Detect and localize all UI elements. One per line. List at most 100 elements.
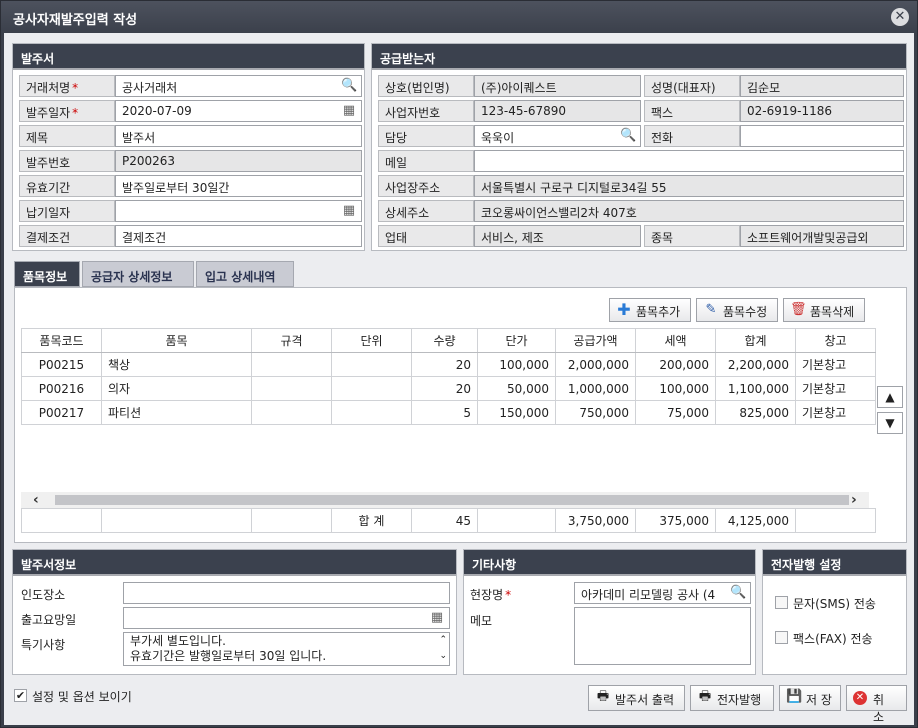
total-tax: 375,000 <box>635 508 716 533</box>
table-row[interactable]: P00216 의자 20 50,000 1,000,000 100,000 1,… <box>21 376 876 401</box>
col-header[interactable]: 단가 <box>477 328 556 353</box>
col-header[interactable]: 합계 <box>715 328 796 353</box>
fax-send-label[interactable]: 팩스(FAX) 전송 <box>793 630 873 647</box>
cell[interactable]: 750,000 <box>555 400 636 425</box>
supplier-header: 공급받는자 <box>372 44 906 70</box>
col-header[interactable]: 품목코드 <box>21 328 102 353</box>
validity-field[interactable]: 발주일로부터 30일간 <box>115 175 362 197</box>
scroll-left-icon[interactable]: ‹ <box>33 492 39 508</box>
cell[interactable] <box>331 400 412 425</box>
ship-date-field[interactable]: ▦ <box>123 607 450 629</box>
cell[interactable]: 200,000 <box>635 352 716 377</box>
save-button[interactable]: 💾 저 장 <box>779 685 841 711</box>
cell[interactable]: 의자 <box>101 376 252 401</box>
col-header[interactable]: 창고 <box>795 328 876 353</box>
col-header[interactable]: 단위 <box>331 328 412 353</box>
cell[interactable]: P00217 <box>21 400 102 425</box>
cell[interactable]: 1,000,000 <box>555 376 636 401</box>
memo-textarea[interactable] <box>574 607 751 665</box>
cell[interactable] <box>331 352 412 377</box>
cell[interactable]: 2,000,000 <box>555 352 636 377</box>
order-date-field[interactable]: 2020-07-09 ▦ <box>115 100 362 122</box>
move-up-icon[interactable]: ▲ <box>877 386 903 408</box>
notes-textarea[interactable]: 부가세 별도입니다. 유효기간은 발행일로부터 30일 입니다. ⌃ ⌄ <box>123 632 450 666</box>
move-down-icon[interactable]: ▼ <box>877 412 903 434</box>
cell[interactable]: 기본창고 <box>795 352 876 377</box>
search-icon[interactable]: 🔍 <box>341 78 357 94</box>
sms-label[interactable]: 문자(SMS) 전송 <box>793 595 876 612</box>
show-options-label[interactable]: 설정 및 옵션 보이기 <box>32 688 132 705</box>
subject-field[interactable]: 발주서 <box>115 125 362 147</box>
vendor-field[interactable]: 공사거래처 🔍 <box>115 75 362 97</box>
scroll-right-icon[interactable]: › <box>851 492 857 508</box>
cell[interactable]: 825,000 <box>715 400 796 425</box>
etc-panel: 기타사항 현장명 * 아카데미 리모델링 공사 (4 🔍 메모 <box>463 549 756 675</box>
cell[interactable]: 2,200,000 <box>715 352 796 377</box>
order-no-label: 발주번호 <box>19 150 115 172</box>
scroll-up-icon[interactable]: ⌃ <box>439 633 447 648</box>
cell[interactable] <box>331 376 412 401</box>
due-date-field[interactable]: ▦ <box>115 200 362 222</box>
manager-field[interactable]: 욱욱이 🔍 <box>474 125 641 147</box>
delivery-field[interactable] <box>123 582 450 604</box>
site-field[interactable]: 아카데미 리모델링 공사 (4 🔍 <box>574 582 751 604</box>
horizontal-scrollbar[interactable]: ‹ › <box>21 492 869 508</box>
calendar-icon[interactable]: ▦ <box>341 203 357 219</box>
table-row[interactable]: P00217 파티션 5 150,000 750,000 75,000 825,… <box>21 400 876 425</box>
cell[interactable]: 5 <box>411 400 478 425</box>
cell[interactable] <box>251 400 332 425</box>
cell[interactable]: 1,100,000 <box>715 376 796 401</box>
cell[interactable]: 100,000 <box>635 376 716 401</box>
tab-items[interactable]: 품목정보 <box>14 261 80 287</box>
cell[interactable]: 기본창고 <box>795 400 876 425</box>
cell[interactable]: 100,000 <box>477 352 556 377</box>
cell[interactable]: 20 <box>411 352 478 377</box>
fax-checkbox[interactable] <box>775 631 788 644</box>
e-issue-button[interactable]: 🖶 전자발행 <box>690 685 774 711</box>
cell[interactable]: 150,000 <box>477 400 556 425</box>
close-icon[interactable]: ✕ <box>891 8 909 26</box>
cell[interactable]: 20 <box>411 376 478 401</box>
tab-receiving-detail[interactable]: 입고 상세내역 <box>196 261 294 287</box>
add-item-button[interactable]: ✚ 품목추가 <box>609 298 691 322</box>
cell[interactable]: 75,000 <box>635 400 716 425</box>
delete-item-button[interactable]: 🗑 품목삭제 <box>783 298 865 322</box>
etc-header: 기타사항 <box>464 550 755 576</box>
sms-checkbox[interactable] <box>775 596 788 609</box>
company-field: (주)아이퀘스트 <box>474 75 641 97</box>
table-row[interactable]: P00215 책상 20 100,000 2,000,000 200,000 2… <box>21 352 876 377</box>
search-icon[interactable]: 🔍 <box>730 585 746 601</box>
cell[interactable] <box>251 352 332 377</box>
electronic-panel: 전자발행 설정 문자(SMS) 전송 팩스(FAX) 전송 <box>762 549 907 675</box>
calendar-icon[interactable]: ▦ <box>429 610 445 626</box>
search-icon[interactable]: 🔍 <box>620 128 636 144</box>
items-grid-panel: ✚ 품목추가 ✎ 품목수정 🗑 품목삭제 품목코드 품목 규격 단위 수량 단가 공급… <box>14 287 907 543</box>
col-header[interactable]: 규격 <box>251 328 332 353</box>
cell[interactable]: 50,000 <box>477 376 556 401</box>
email-field[interactable] <box>474 150 904 172</box>
cell[interactable]: 기본창고 <box>795 376 876 401</box>
dialog-body: 발주서 거래처명 * 공사거래처 🔍 발주일자 * 2020-07-09 ▦ 제목 발주… <box>4 33 914 725</box>
col-header[interactable]: 공급가액 <box>555 328 636 353</box>
calendar-icon[interactable]: ▦ <box>341 103 357 119</box>
scroll-thumb[interactable] <box>55 495 849 505</box>
tab-supplier-detail[interactable]: 공급자 상세정보 <box>82 261 194 287</box>
order-panel: 발주서 거래처명 * 공사거래처 🔍 발주일자 * 2020-07-09 ▦ 제목 발주… <box>12 43 365 251</box>
cell[interactable]: 책상 <box>101 352 252 377</box>
edit-item-button[interactable]: ✎ 품목수정 <box>696 298 778 322</box>
fax-field: 02-6919-1186 <box>740 100 904 122</box>
cancel-button[interactable]: ✕ 취 소 <box>846 685 907 724</box>
print-order-button[interactable]: 🖶 발주서 출력 <box>588 685 685 711</box>
col-header[interactable]: 수량 <box>411 328 478 353</box>
address-label: 사업장주소 <box>378 175 474 197</box>
col-header[interactable]: 품목 <box>101 328 252 353</box>
scroll-down-icon[interactable]: ⌄ <box>439 649 447 664</box>
cell[interactable]: 파티션 <box>101 400 252 425</box>
show-options-checkbox[interactable]: ✔ <box>14 689 27 702</box>
cell[interactable]: P00216 <box>21 376 102 401</box>
cell[interactable] <box>251 376 332 401</box>
phone-field[interactable] <box>740 125 904 147</box>
cell[interactable]: P00215 <box>21 352 102 377</box>
col-header[interactable]: 세액 <box>635 328 716 353</box>
payment-field[interactable]: 결제조건 <box>115 225 362 247</box>
